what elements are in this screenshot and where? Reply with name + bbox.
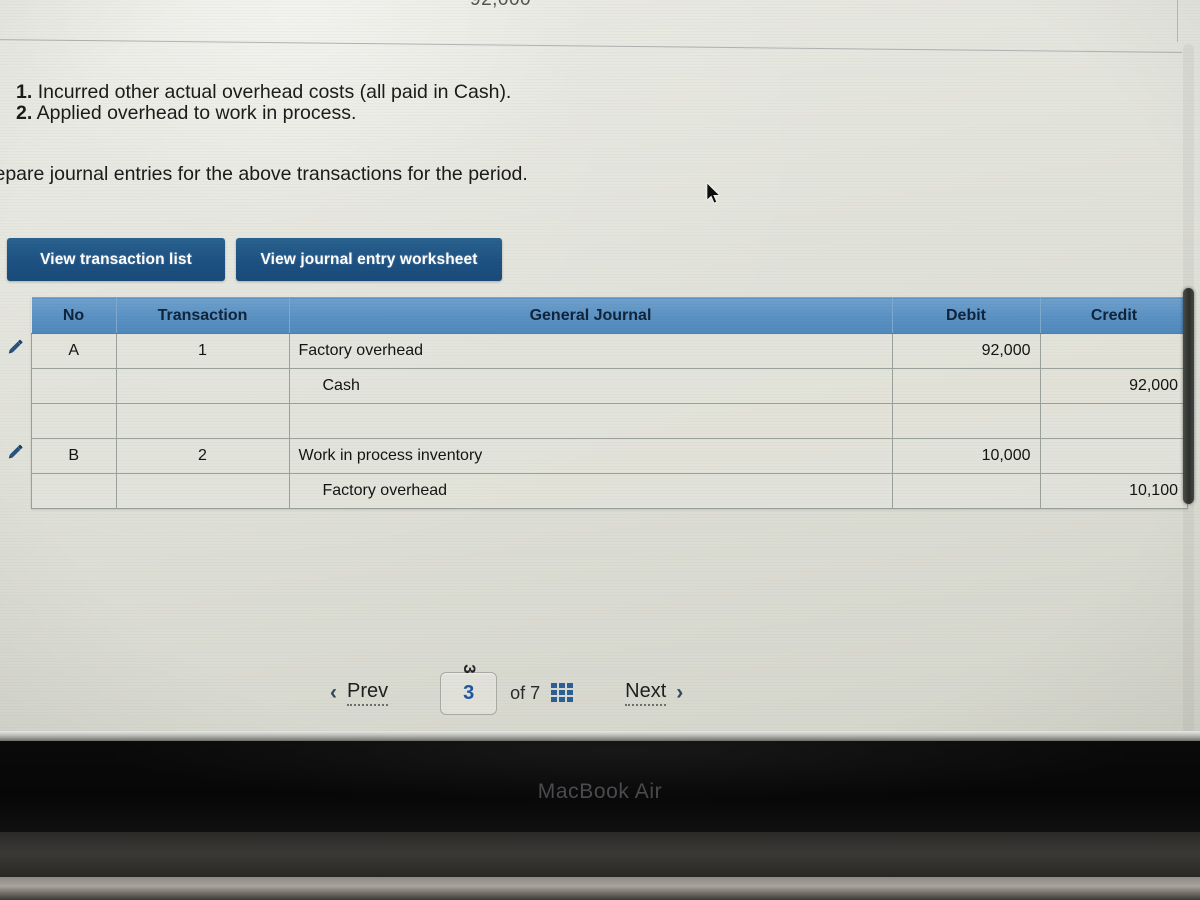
instruction-1-text: Incurred other actual overhead costs (al… <box>37 81 512 103</box>
view-transaction-list-button[interactable]: View transaction list <box>7 238 225 281</box>
edit-pencil-icon-row-a[interactable] <box>4 336 26 358</box>
table-row[interactable]: Cash 92,000 <box>31 368 1188 404</box>
page-number-ghost: 3 <box>459 663 479 674</box>
cell-credit[interactable] <box>1039 438 1188 474</box>
instruction-2-text: Applied overhead to work in process. <box>36 102 357 124</box>
photographed-laptop-screenshot: 92,000 1. Incurred other actual overhead… <box>0 0 1200 900</box>
grid-cell <box>559 683 566 688</box>
vertical-scrollbar-thumb[interactable] <box>1183 288 1194 504</box>
prev-page-button[interactable]: ‹ Prev <box>330 680 389 706</box>
prev-page-label: Prev <box>347 680 389 706</box>
instruction-prompt: repare journal entries for the above tra… <box>0 163 528 185</box>
table-row[interactable] <box>31 403 1188 439</box>
cell-credit[interactable]: 10,100 <box>1039 473 1188 509</box>
cell-general-journal[interactable]: Cash <box>288 368 893 404</box>
column-header-no: No <box>31 297 117 334</box>
chevron-left-icon: ‹ <box>330 681 337 704</box>
cell-transaction[interactable] <box>115 368 290 404</box>
device-brand-label: MacBook Air <box>537 780 663 803</box>
cell-no[interactable] <box>31 368 117 404</box>
cell-general-journal[interactable]: Work in process inventory <box>288 438 893 474</box>
grid-cell <box>551 690 558 695</box>
cell-general-journal[interactable]: Factory overhead <box>288 473 893 509</box>
cell-general-journal[interactable] <box>288 403 893 439</box>
next-page-label: Next <box>625 680 667 706</box>
cell-debit[interactable] <box>891 473 1041 509</box>
grid-cell <box>551 683 558 688</box>
page-number-input[interactable]: 3 3 <box>440 664 498 715</box>
cell-general-journal[interactable]: Factory overhead <box>288 333 893 369</box>
edit-pencil-icon-row-b[interactable] <box>4 441 26 463</box>
cell-credit[interactable]: 92,000 <box>1039 368 1188 404</box>
instruction-1-number: 1. <box>16 81 33 103</box>
view-journal-entry-worksheet-button[interactable]: View journal entry worksheet <box>236 238 502 281</box>
instruction-2-number: 2. <box>16 102 33 124</box>
pagination-bar: ‹ Prev 3 3 of 7 Next › <box>330 664 800 721</box>
cell-transaction[interactable]: 1 <box>115 333 290 369</box>
next-page-button[interactable]: Next › <box>625 680 683 706</box>
cell-debit[interactable] <box>891 368 1041 404</box>
laptop-base-edge <box>0 877 1200 900</box>
journal-entry-table: No Transaction General Journal Debit Cre… <box>31 297 1188 509</box>
grid-cell <box>567 690 574 695</box>
cell-no[interactable] <box>31 473 117 509</box>
table-row[interactable]: B 2 Work in process inventory 10,000 <box>31 438 1188 474</box>
page-count-label: of 7 <box>510 682 541 703</box>
instruction-item-2: 2. Applied overhead to work in process. <box>16 101 356 127</box>
chevron-right-icon: › <box>676 681 684 704</box>
panel-bottom-border <box>0 39 1182 53</box>
column-header-transaction: Transaction <box>116 297 290 334</box>
cell-transaction[interactable] <box>115 403 290 439</box>
cut-off-amount-above: 92,000 <box>470 0 531 11</box>
grid-cell <box>567 697 574 702</box>
cell-no[interactable]: A <box>31 333 117 369</box>
cell-no[interactable] <box>31 403 117 439</box>
grid-cell <box>567 683 574 688</box>
grid-view-icon[interactable] <box>551 683 574 703</box>
table-header-row: No Transaction General Journal Debit Cre… <box>31 297 1188 334</box>
grid-cell <box>559 697 566 702</box>
laptop-screen: 92,000 1. Incurred other actual overhead… <box>0 0 1200 737</box>
cell-debit[interactable] <box>891 403 1041 439</box>
column-header-debit: Debit <box>892 297 1041 334</box>
grid-cell <box>551 697 558 702</box>
cell-credit[interactable] <box>1039 403 1188 439</box>
table-row[interactable]: Factory overhead 10,100 <box>31 473 1188 509</box>
cell-debit[interactable]: 10,000 <box>891 438 1041 474</box>
cell-credit[interactable] <box>1039 333 1188 369</box>
cell-transaction[interactable] <box>115 473 290 509</box>
mouse-cursor-icon <box>706 183 721 204</box>
screen-bottom-edge <box>0 731 1200 741</box>
cell-debit[interactable]: 92,000 <box>891 333 1041 369</box>
cell-no[interactable]: B <box>31 438 117 474</box>
table-row[interactable]: A 1 Factory overhead 92,000 <box>31 333 1188 369</box>
grid-cell <box>559 690 566 695</box>
column-header-general-journal: General Journal <box>289 297 893 334</box>
column-header-credit: Credit <box>1040 297 1188 334</box>
page-number-value: 3 <box>463 681 475 704</box>
panel-right-border <box>1177 0 1178 42</box>
laptop-base <box>0 832 1200 880</box>
cell-transaction[interactable]: 2 <box>115 438 290 474</box>
